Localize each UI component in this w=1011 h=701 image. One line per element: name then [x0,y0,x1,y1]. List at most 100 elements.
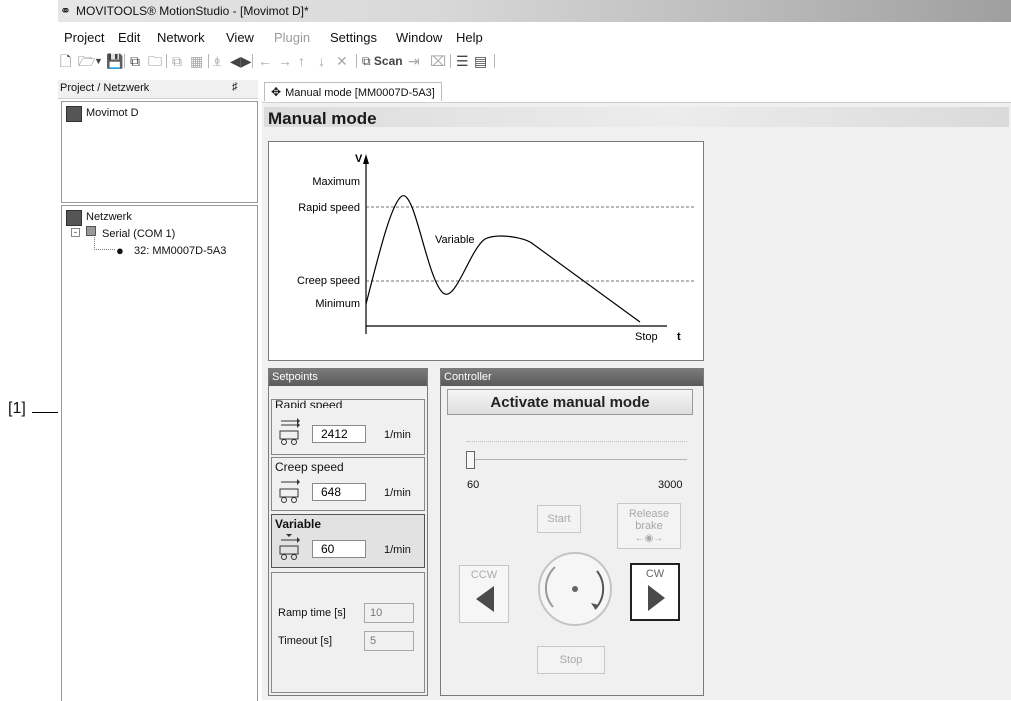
scan-icon: ⧉ [362,54,371,68]
app-window: ⚭ MOVITOOLS® MotionStudio - [Movimot D]*… [58,0,1011,701]
move-icon: ✥ [271,85,282,99]
arrow-down-icon[interactable]: ↓ [318,52,325,70]
serial-port-icon [86,226,96,236]
rapid-speed-title: Rapid speed [275,398,343,408]
network-root[interactable]: Netzwerk [86,211,132,223]
list-icon[interactable]: ☰ [456,52,469,70]
tab-manual-mode[interactable]: ✥ Manual mode [MM0007D-5A3] [264,82,442,101]
rapid-speed-input[interactable] [312,425,366,443]
release-brake-label-2: brake [635,519,663,532]
close-box-icon[interactable]: ⌧ [430,52,446,70]
variable-speed-title: Variable [275,517,322,531]
menu-network[interactable]: Network [157,30,205,45]
ramp-time-label: Ramp time [s] [278,607,346,619]
menu-plugin[interactable]: Plugin [274,30,310,45]
pane-header-label: Project / Netzwerk [60,82,150,94]
slider-max-label: 3000 [658,479,683,491]
t-axis-label: t [677,331,681,343]
stop-button[interactable]: Stop [537,646,605,674]
rotation-dial-icon [538,552,612,626]
rapid-speed-icon [279,418,300,445]
toolbar-separator [494,54,495,68]
scan-button[interactable]: ⧉ Scan [362,52,403,70]
creep-speed-icon [279,479,300,503]
cw-button[interactable]: CW [630,563,680,621]
v-axis-label: V [355,153,363,165]
variable-speed-input[interactable] [312,540,366,558]
setpoints-header: Setpoints [269,369,427,386]
menu-help[interactable]: Help [456,30,483,45]
device-icon: ● [116,243,124,258]
minimum-label: Minimum [315,298,360,310]
disconnect-icon[interactable]: ⍎ [213,52,221,70]
toolbar-separator [208,54,209,68]
rapid-speed-group[interactable]: Rapid speed 1/min [271,398,425,455]
ccw-button[interactable]: CCW [459,565,509,623]
document-tabs: ✥ Manual mode [MM0007D-5A3] [262,80,1011,103]
scan-label: Scan [373,54,403,68]
new-file-icon[interactable]: 🗋 [60,52,71,70]
project-item-movimot[interactable]: Movimot D [86,107,139,119]
menu-project[interactable]: Project [64,30,104,45]
window-title: MOVITOOLS® MotionStudio - [Movimot D]* [76,4,309,18]
creep-speed-label: Creep speed [297,275,360,287]
menu-settings[interactable]: Settings [330,30,377,45]
menu-view[interactable]: View [226,30,254,45]
network-tree: Netzwerk - Serial (COM 1) ● 32: MM0007D-… [61,205,258,701]
page-header: Manual mode [264,107,1009,128]
setpoints-panel: Setpoints Rapid speed 1/min Creep speed [268,368,428,696]
toolbar-separator [356,54,357,68]
export-icon[interactable]: ▤ [474,52,487,70]
collapse-toggle-icon[interactable]: - [71,228,80,237]
arrow-up-icon[interactable]: ↑ [298,52,305,70]
pin-icon[interactable]: ♯ [232,81,238,93]
controller-panel: Controller Activate manual mode 60 3000 … [440,368,704,696]
callout-label: [1] [8,400,26,417]
timing-group: Ramp time [s] Timeout [s] [271,572,425,693]
timeout-input[interactable] [364,631,414,651]
paste-disabled-icon[interactable]: ▦ [190,52,203,70]
folder-icon[interactable]: 🗀 [148,52,162,70]
connect-icon[interactable]: ◀▶ [230,52,252,70]
page-title: Manual mode [268,109,377,128]
speed-slider-thumb[interactable] [466,451,475,469]
copy-disabled-icon[interactable]: ⧉ [172,52,182,70]
creep-speed-unit: 1/min [384,487,411,499]
save-icon[interactable]: 💾 [106,52,123,70]
open-folder-icon[interactable]: 🗁 [78,52,95,70]
timeout-label: Timeout [s] [278,635,332,647]
ramp-time-input[interactable] [364,603,414,623]
rapid-speed-unit: 1/min [384,429,411,441]
speed-profile-curve [365,195,641,323]
stop-label: Stop [635,331,658,343]
tree-connector [94,237,115,250]
arrow-right-icon[interactable]: → [278,52,292,70]
pane-header: Project / Netzwerk ♯ [58,80,258,99]
speed-profile-diagram: V Maximum Rapid speed Creep speed Minimu… [268,141,704,361]
project-icon [66,106,82,122]
toolbar-separator [124,54,125,68]
release-brake-button[interactable]: Release brake ←◉→ [617,503,681,549]
variable-speed-group[interactable]: Variable 1/min [271,514,425,568]
creep-speed-group[interactable]: Creep speed 1/min [271,457,425,511]
variable-speed-unit: 1/min [384,544,411,556]
delete-icon[interactable]: ✕ [336,52,348,70]
device-node[interactable]: 32: MM0007D-5A3 [134,245,226,257]
speed-slider-track [467,459,687,460]
menu-bar: Project Edit Network View Plugin Setting… [58,30,1011,48]
goto-end-icon[interactable]: ⇥ [408,52,420,70]
menu-window[interactable]: Window [396,30,442,45]
network-icon [66,210,82,226]
variable-label: Variable [435,234,475,246]
start-button[interactable]: Start [537,505,581,533]
creep-speed-input[interactable] [312,483,366,501]
v-axis-arrow [363,154,369,164]
tab-label: Manual mode [MM0007D-5A3] [285,87,435,99]
main-area: Manual mode V Maximum Rapid speed Creep … [262,103,1011,700]
open-dropdown-icon[interactable]: ▼ [94,52,103,70]
toolbar-separator [252,54,253,68]
menu-edit[interactable]: Edit [118,30,140,45]
copy-icon[interactable]: ⧉ [130,52,140,70]
activate-manual-mode-button[interactable]: Activate manual mode [447,389,693,415]
arrow-left-icon[interactable]: ← [258,52,272,70]
